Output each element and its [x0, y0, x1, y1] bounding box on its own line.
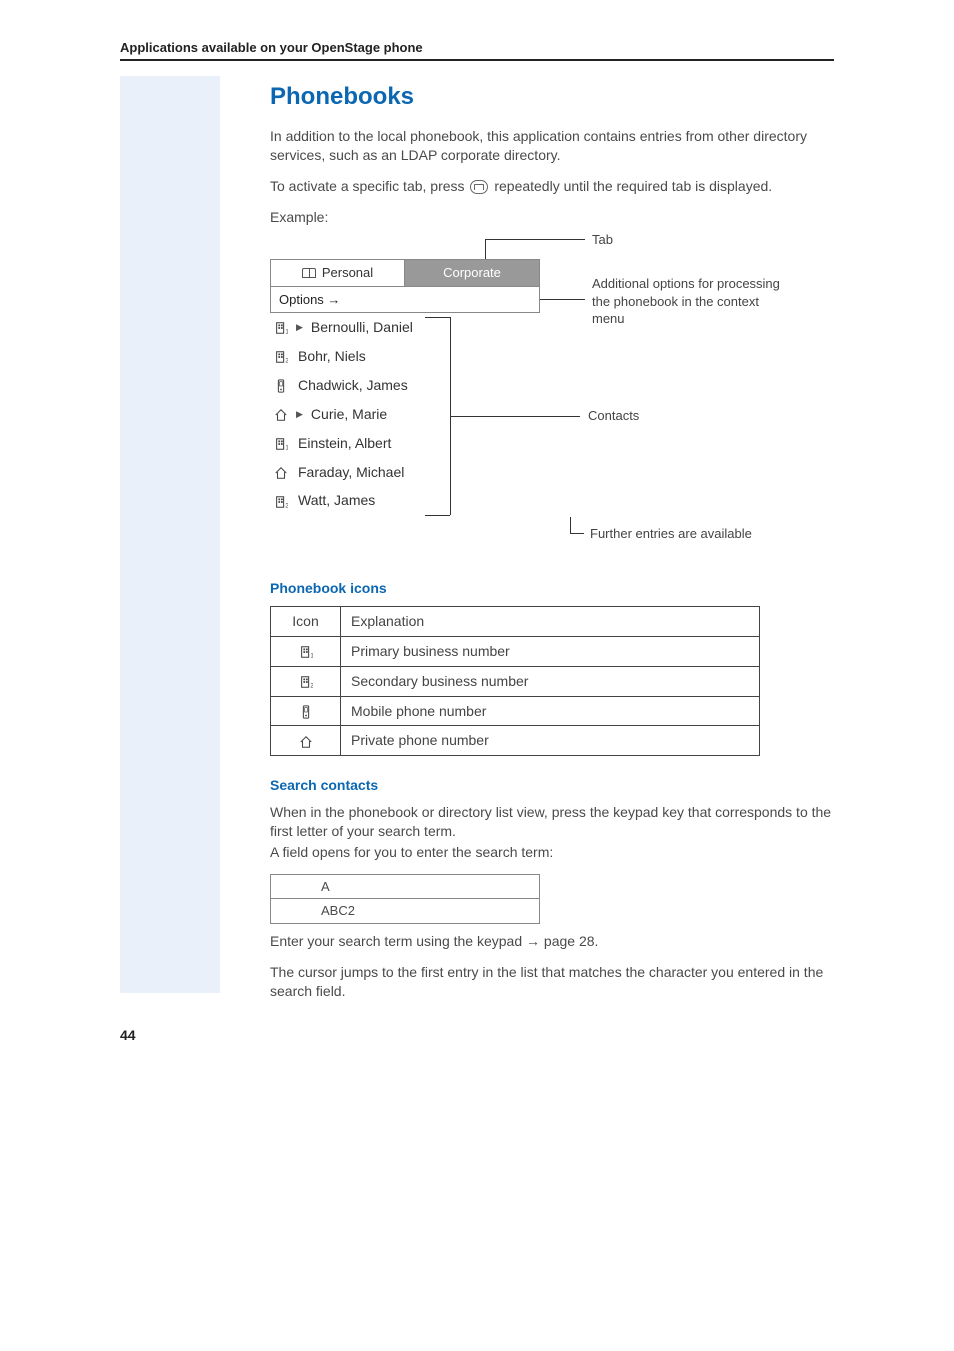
- contact-name: Bohr, Niels: [298, 347, 366, 366]
- tab-corporate-label: Corporate: [443, 264, 501, 282]
- svg-text:1: 1: [285, 444, 288, 451]
- table-row: 1 Primary business number: [271, 636, 760, 666]
- contact-list: 1 ▶ Bernoulli, Daniel 2 Bohr, Niels: [270, 313, 540, 515]
- icons-table: Icon Explanation 1 Primary business numb…: [270, 606, 760, 756]
- tab-bar: Personal Corporate: [270, 259, 540, 287]
- annotation-tab: Tab: [592, 231, 613, 249]
- search-line-2: ABC2: [270, 899, 540, 924]
- mobile-icon: [271, 696, 341, 726]
- intro-paragraph-2: To activate a specific tab, press repeat…: [270, 177, 834, 196]
- callout-line: [485, 239, 486, 259]
- mobile-icon: [272, 377, 290, 393]
- svg-text:2: 2: [285, 502, 288, 509]
- sidebar-decoration: [120, 76, 220, 993]
- search-paragraph-4: The cursor jumps to the first entry in t…: [270, 963, 834, 1001]
- list-item[interactable]: Chadwick, James: [270, 371, 540, 400]
- contact-name: Faraday, Michael: [298, 463, 404, 482]
- list-item[interactable]: 1 Einstein, Albert: [270, 429, 540, 458]
- list-item[interactable]: ▶ Curie, Marie: [270, 400, 540, 429]
- contact-name: Chadwick, James: [298, 376, 408, 395]
- table-row: Mobile phone number: [271, 696, 760, 726]
- search-entry-box: A ABC2: [270, 874, 540, 924]
- arrow-right-icon: →: [526, 933, 540, 949]
- phonebook-screen-example: Tab Additional options for processing th…: [270, 239, 834, 549]
- callout-line: [485, 239, 585, 240]
- table-row: 2 Secondary business number: [271, 666, 760, 696]
- book-icon: [302, 268, 316, 278]
- tab-corporate[interactable]: Corporate: [405, 259, 540, 287]
- home-icon: [272, 406, 290, 422]
- business1-icon: 1: [272, 319, 290, 335]
- contact-name: Curie, Marie: [311, 405, 387, 424]
- expand-icon: ▶: [296, 321, 303, 333]
- search-paragraph-2: A field opens for you to enter the searc…: [270, 843, 834, 862]
- search-paragraph-1: When in the phonebook or directory list …: [270, 803, 834, 841]
- annotation-options: Additional options for processing the ph…: [592, 275, 782, 328]
- intro-2b: repeatedly until the required tab is dis…: [494, 178, 772, 194]
- options-row[interactable]: Options →: [270, 287, 540, 314]
- page-number: 44: [120, 1027, 136, 1043]
- annotation-contacts: Contacts: [588, 407, 639, 425]
- business1-icon: 1: [271, 636, 341, 666]
- contact-name: Watt, James: [298, 491, 375, 510]
- options-label: Options →: [279, 292, 340, 307]
- svg-text:1: 1: [285, 328, 288, 335]
- business2-icon: 2: [272, 348, 290, 364]
- expand-icon: ▶: [296, 408, 303, 420]
- icon-explanation: Mobile phone number: [341, 696, 760, 726]
- search-paragraph-3: Enter your search term using the keypad …: [270, 932, 834, 951]
- search-line-1: A: [270, 874, 540, 900]
- search-p3a: Enter your search term using the keypad: [270, 933, 526, 949]
- business2-icon: 2: [272, 493, 290, 509]
- tab-personal-label: Personal: [322, 264, 373, 282]
- svg-text:2: 2: [310, 682, 313, 689]
- list-item[interactable]: Faraday, Michael: [270, 458, 540, 487]
- th-explanation: Explanation: [341, 606, 760, 636]
- th-icon: Icon: [271, 606, 341, 636]
- list-item[interactable]: 1 ▶ Bernoulli, Daniel: [270, 313, 540, 342]
- callout-line: [570, 533, 584, 534]
- list-item[interactable]: 2 Bohr, Niels: [270, 342, 540, 371]
- tab-personal[interactable]: Personal: [270, 259, 405, 287]
- business2-icon: 2: [271, 666, 341, 696]
- contact-name: Einstein, Albert: [298, 434, 391, 453]
- search-contacts-heading: Search contacts: [270, 776, 834, 795]
- phonebook-key-icon: [470, 180, 488, 194]
- annotation-more-entries: Further entries are available: [590, 525, 752, 543]
- callout-line: [570, 517, 571, 533]
- home-icon: [272, 464, 290, 480]
- phonebook-icons-heading: Phonebook icons: [270, 579, 834, 598]
- contact-name: Bernoulli, Daniel: [311, 318, 413, 337]
- icon-explanation: Primary business number: [341, 636, 760, 666]
- table-header-row: Icon Explanation: [271, 606, 760, 636]
- intro-2a: To activate a specific tab, press: [270, 178, 468, 194]
- search-p3b: page 28.: [544, 933, 599, 949]
- home-icon: [271, 726, 341, 756]
- icon-explanation: Secondary business number: [341, 666, 760, 696]
- page-title: Phonebooks: [270, 81, 834, 113]
- svg-text:1: 1: [310, 652, 313, 659]
- icon-explanation: Private phone number: [341, 726, 760, 756]
- example-label: Example:: [270, 208, 834, 227]
- svg-text:2: 2: [285, 357, 288, 364]
- section-header: Applications available on your OpenStage…: [120, 40, 834, 61]
- business1-icon: 1: [272, 435, 290, 451]
- intro-paragraph-1: In addition to the local phonebook, this…: [270, 127, 834, 165]
- table-row: Private phone number: [271, 726, 760, 756]
- list-item[interactable]: 2 Watt, James: [270, 486, 540, 515]
